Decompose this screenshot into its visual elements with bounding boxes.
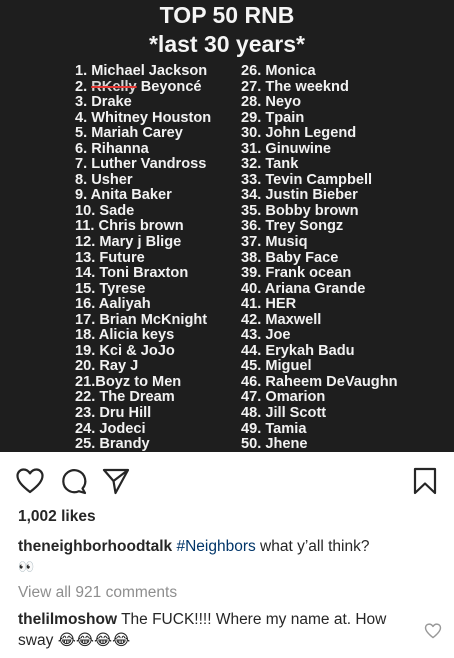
ranking-item: 45. Miguel (241, 358, 312, 375)
ranking-item: 25. Brandy (75, 436, 150, 453)
comment-icon[interactable] (58, 466, 88, 496)
ranking-item: 38. Baby Face (241, 249, 339, 266)
ranking-item: 13. Future (75, 249, 145, 266)
ranking-item: 44. Erykah Badu (241, 342, 355, 359)
share-icon[interactable] (101, 466, 131, 496)
ranking-item: 3. Drake (75, 94, 132, 111)
ranking-item: 14. Toni Braxton (75, 265, 189, 282)
ranking-item: 24. Jodeci (75, 420, 146, 437)
replacement-name: Beyoncé (140, 78, 202, 95)
ranking-item: 28. Neyo (241, 94, 302, 111)
ranking-list-left: 1. Michael Jackson 2. RKelly Beyoncé 3. Dr… (75, 63, 212, 453)
ranking-item: 16. Aaliyah (75, 296, 151, 313)
ranking-item: 17. Brian McKnight (75, 311, 208, 328)
ranking-item: 48. Jill Scott (241, 405, 327, 422)
comment-username[interactable]: thelilmoshow (18, 611, 117, 628)
struck-name: RKelly (91, 78, 137, 95)
ranking-item: 30. John Legend (241, 125, 357, 142)
post-image[interactable]: TOP 50 RNB *last 30 years* 1. Michael Ja… (0, 0, 454, 452)
ranking-item: 6. Rihanna (75, 140, 149, 157)
comment-like-heart-icon[interactable] (424, 622, 442, 640)
view-all-comments-link[interactable]: View all 921 comments (18, 584, 177, 602)
ranking-item: 18. Alicia keys (75, 327, 175, 344)
ranking-item: 19. Kci & JoJo (75, 342, 175, 359)
ranking-item: 8. Usher (75, 171, 133, 188)
ranking-item: 39. Frank ocean (241, 265, 352, 282)
ranking-list-right: 26. Monica 27. The weeknd 28. Neyo 29. Tpai… (241, 63, 398, 453)
ranking-item: 43. Joe (241, 327, 291, 344)
ranking-item: 11. Chris brown (75, 218, 184, 235)
heart-icon[interactable] (15, 466, 45, 496)
ranking-item: 15. Tyrese (75, 280, 146, 297)
caption-text: what y’all think? (255, 538, 370, 555)
ranking-item: 37. Musiq (241, 234, 308, 251)
ranking-item: 27. The weeknd (241, 78, 349, 95)
comment-emoji: 😂😂😂😂 (57, 632, 131, 649)
caption-hashtag[interactable]: #Neighbors (176, 538, 255, 555)
ranking-item: 41. HER (241, 296, 297, 313)
post-actions-bar (0, 466, 454, 498)
ranking-item: 32. Tank (241, 156, 299, 173)
ranking-item: 36. Trey Songz (241, 218, 344, 235)
caption-username[interactable]: theneighborhoodtalk (18, 538, 172, 555)
ranking-item: 22. The Dream (75, 389, 175, 406)
ranking-item: 49. Tamia (241, 420, 307, 437)
ranking-item: 2. RKelly Beyoncé (75, 78, 211, 96)
ranking-item: 20. Ray J (75, 358, 139, 375)
caption-emoji: 👀 (18, 559, 35, 574)
ranking-item: 7. Luther Vandross (75, 156, 207, 173)
bookmark-icon[interactable] (410, 466, 440, 496)
ranking-item: 35. Bobby brown (241, 202, 359, 219)
post-image-subtitle: *last 30 years* (148, 31, 305, 57)
ranking-item: 31. Ginuwine (241, 140, 332, 157)
ranking-item: 42. Maxwell (241, 311, 322, 328)
ranking-item: 29. Tpain (241, 109, 305, 126)
post-image-title: TOP 50 RNB (159, 2, 295, 28)
ranking-item: 1. Michael Jackson (75, 63, 208, 79)
ranking-item: 4. Whitney Houston (75, 109, 212, 126)
post-caption: theneighborhoodtalk #Neighbors what y’al… (18, 537, 438, 557)
ranking-item: 10. Sade (75, 202, 135, 219)
ranking-item: 5. Mariah Carey (75, 125, 183, 142)
ranking-item: 23. Dru Hill (75, 405, 152, 422)
ranking-item: 9. Anita Baker (75, 187, 172, 204)
ranking-item: 34. Justin Bieber (241, 187, 358, 204)
ranking-item: 40. Ariana Grande (241, 280, 366, 297)
ranking-item: 26. Monica (241, 63, 316, 79)
ranking-item: 46. Raheem DeVaughn (241, 373, 398, 390)
ranking-item: 47. Omarion (241, 389, 326, 406)
ranking-item-number: 2. (75, 78, 88, 95)
likes-count[interactable]: 1,002 likes (18, 508, 96, 526)
ranking-item: 12. Mary j Blige (75, 234, 182, 251)
ranking-item: 21.Boyz to Men (75, 373, 182, 390)
ranking-item: 50. Jhene (241, 436, 308, 453)
ranking-item: 33. Tevin Campbell (241, 171, 373, 188)
comment-item: thelilmoshow The FUCK!!!! Where my name … (18, 609, 418, 651)
